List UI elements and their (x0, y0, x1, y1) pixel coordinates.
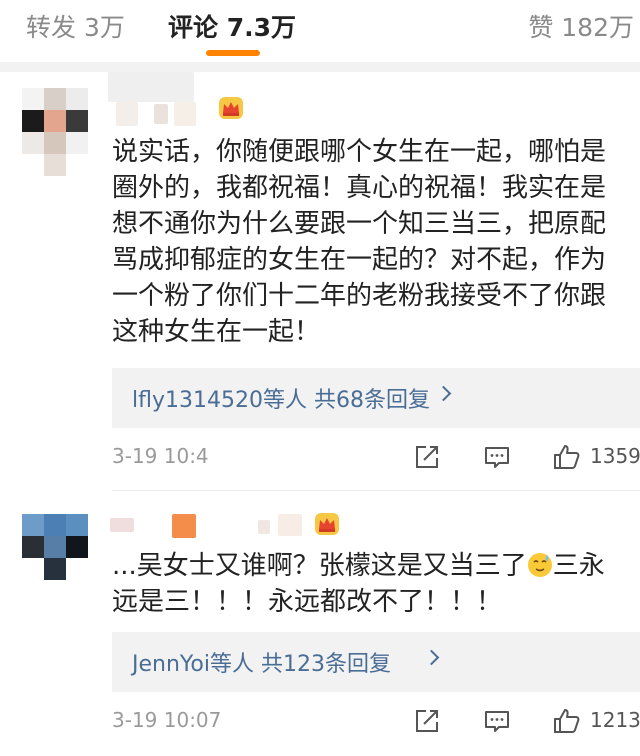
comment-time: 3-19 10:07 (112, 708, 222, 732)
active-tab-indicator (206, 50, 260, 56)
tab-likes[interactable]: 赞 182万 (528, 8, 634, 44)
share-icon[interactable] (412, 442, 442, 472)
comment-icon[interactable] (482, 706, 512, 736)
comment-time: 3-19 10:4 (112, 444, 209, 468)
crown-badge-icon (315, 513, 339, 535)
avatar[interactable] (22, 88, 88, 176)
replies-summary: lfly1314520等人 共68条回复 (132, 388, 430, 413)
sweat-emoji-icon (527, 553, 552, 577)
replies-link[interactable]: JennYoi等人 共123条回复 (112, 632, 640, 692)
comment-text: 说实话，你随便跟哪个女生在一起，哪怕是 圈外的，我都祝福！真心的祝福！我实在是 … (112, 137, 607, 347)
thumbs-up-icon[interactable] (552, 706, 582, 736)
tab-comments[interactable]: 评论 7.3万 (168, 8, 296, 44)
comment-tabs: 转发 3万 评论 7.3万 赞 182万 (0, 0, 640, 62)
like-count: 1213 (590, 708, 640, 732)
section-separator (0, 62, 640, 72)
replies-link[interactable]: lfly1314520等人 共68条回复 (112, 368, 640, 428)
comment-item: 说实话，你随便跟哪个女生在一起，哪怕是 圈外的，我都祝福！真心的祝福！我实在是 … (0, 72, 640, 482)
chevron-right-icon (435, 385, 452, 402)
username-redacted[interactable] (108, 72, 268, 126)
avatar[interactable] (22, 514, 88, 580)
chevron-right-icon (423, 649, 440, 666)
thumbs-up-icon[interactable] (552, 442, 582, 472)
like-count: 1359 (590, 444, 640, 468)
comment-text: ...吴女士又谁啊？张檬这是又当三了 三永 远是三！！！永远都改不了！！！ (112, 551, 605, 617)
comment-meta: 3-19 10:07 1213 (112, 702, 640, 742)
comment-item: ...吴女士又谁啊？张檬这是又当三了 三永 远是三！！！永远都改不了！！！ Je… (0, 500, 640, 756)
comment-divider (112, 490, 640, 491)
comment-icon[interactable] (482, 442, 512, 472)
tab-repost[interactable]: 转发 3万 (26, 8, 125, 44)
username-redacted[interactable] (108, 508, 318, 538)
comment-meta: 3-19 10:4 1359 (112, 438, 640, 478)
replies-summary: JennYoi等人 共123条回复 (132, 652, 391, 677)
share-icon[interactable] (412, 706, 442, 736)
crown-badge-icon (219, 97, 243, 119)
